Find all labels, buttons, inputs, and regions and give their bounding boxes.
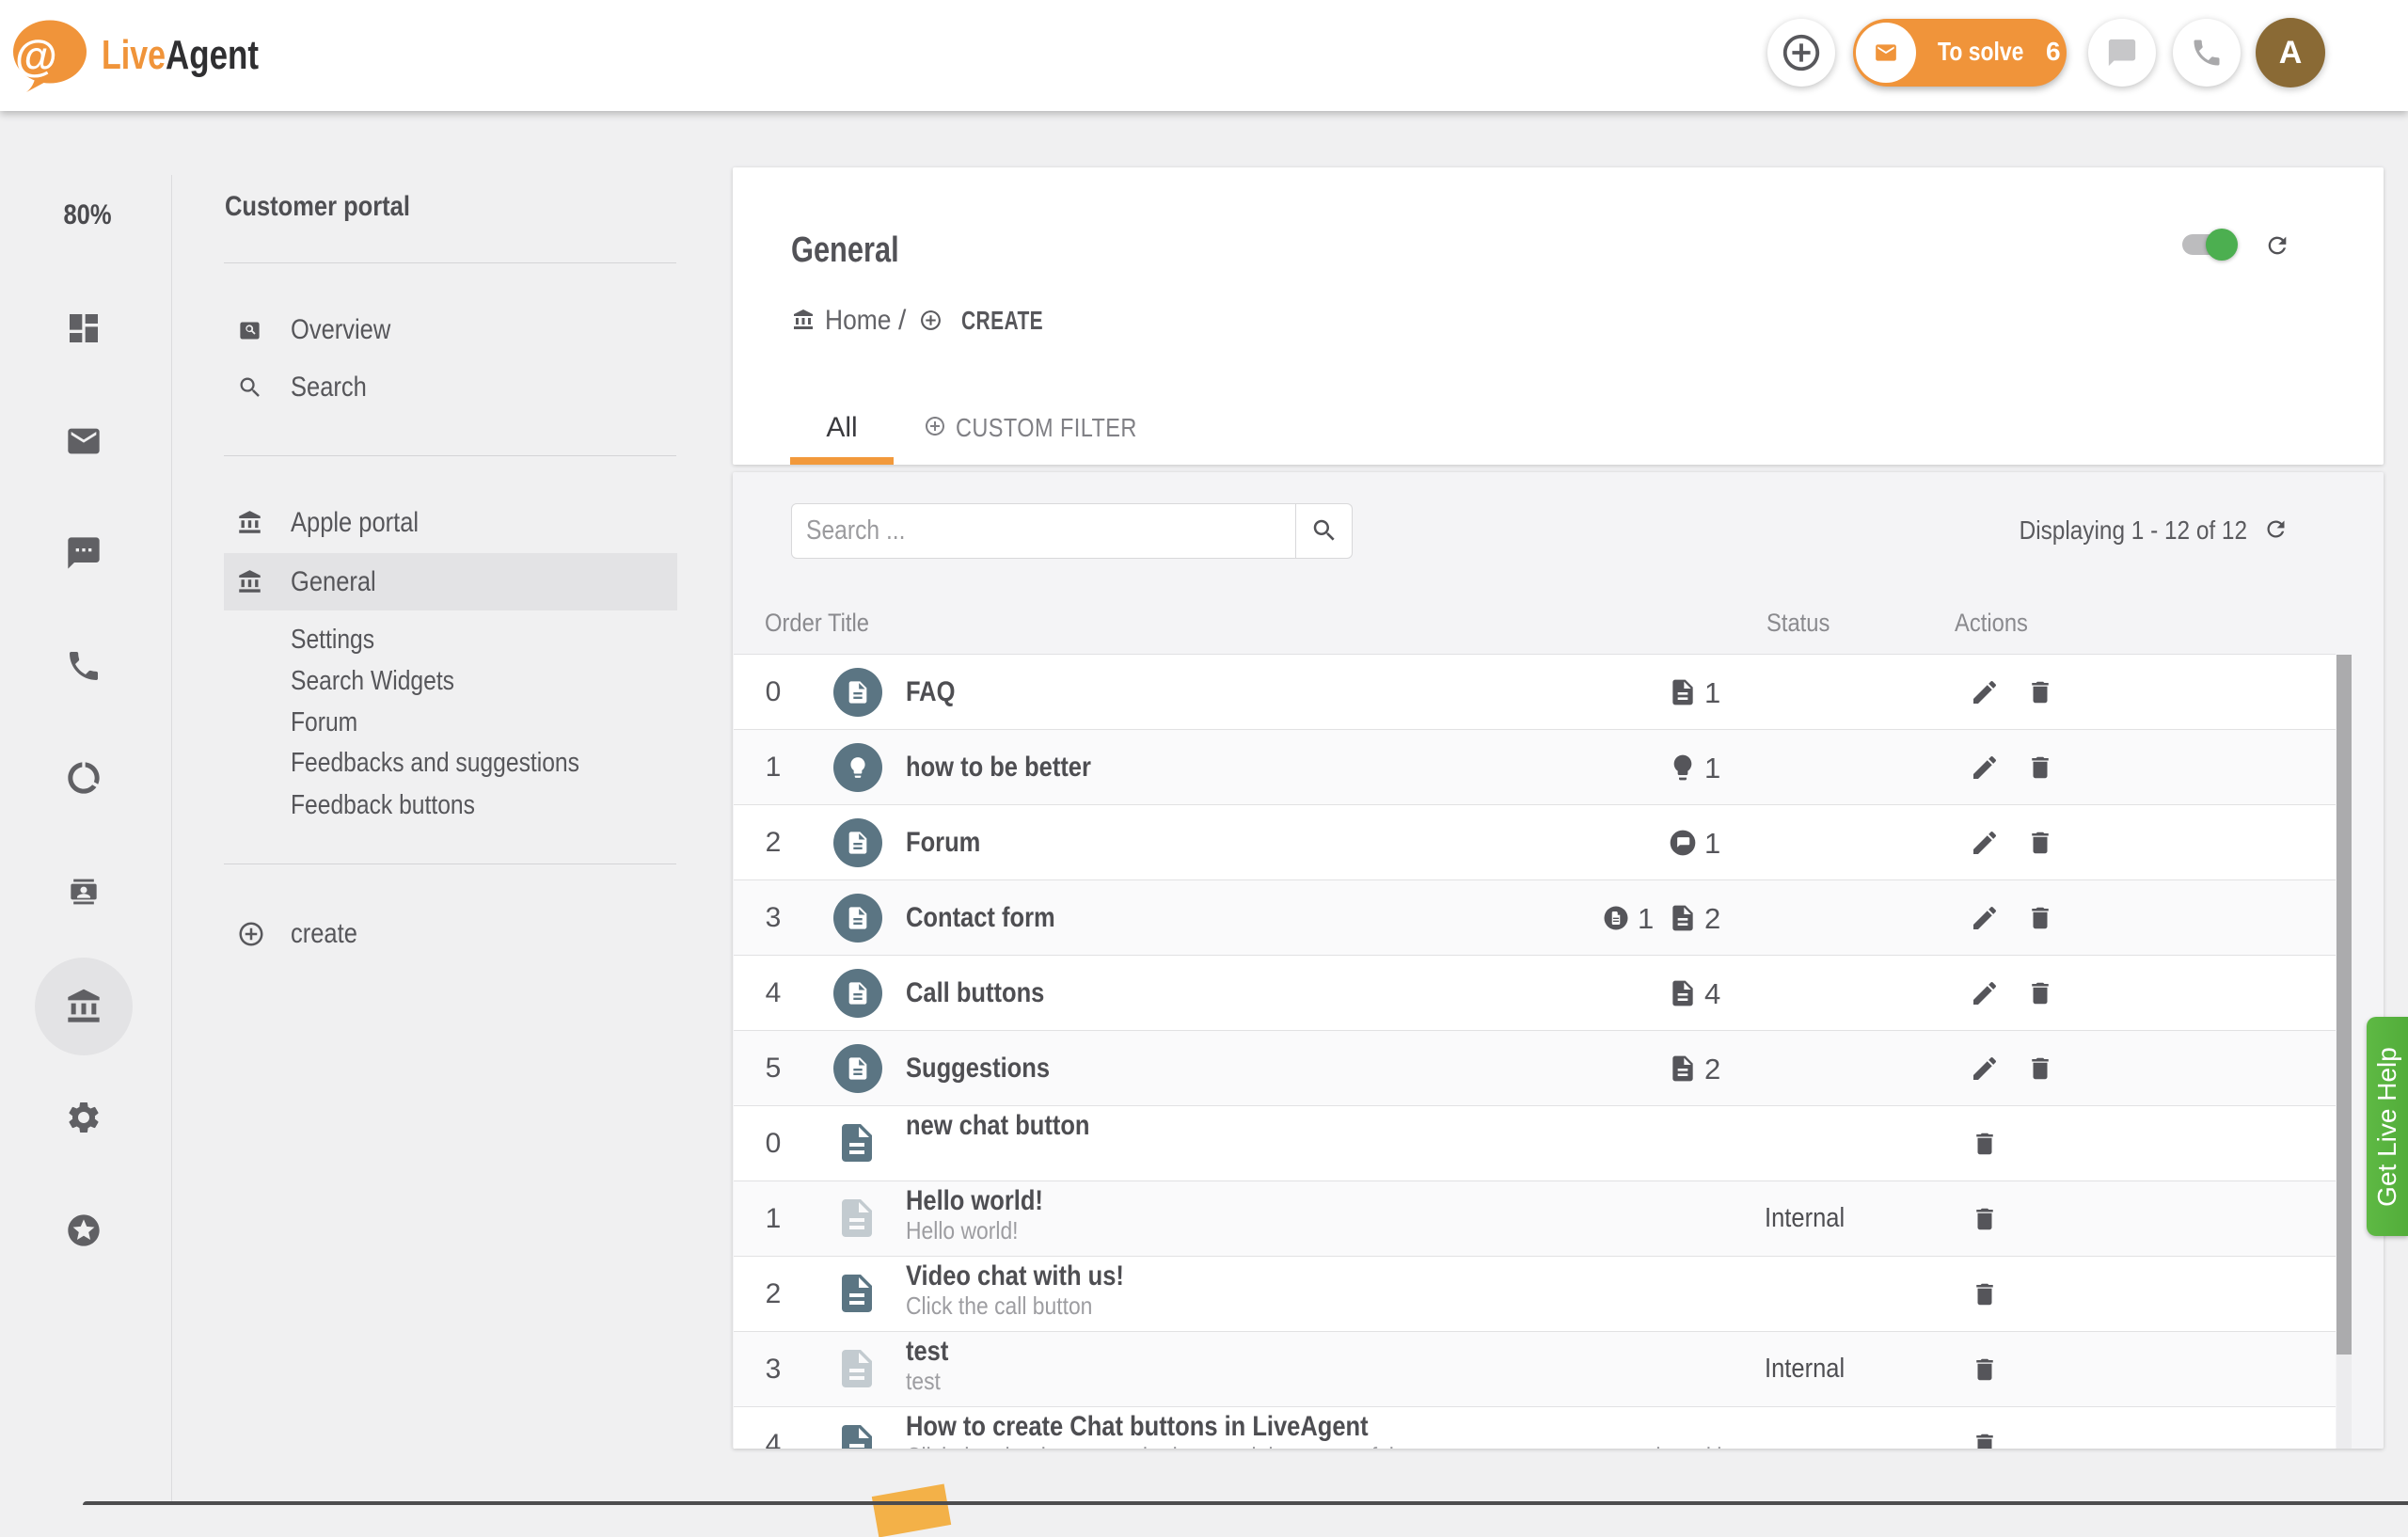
svg-text:@: @ <box>15 31 57 80</box>
svg-text:Live: Live <box>102 32 166 78</box>
svg-text:Agent: Agent <box>166 32 259 78</box>
